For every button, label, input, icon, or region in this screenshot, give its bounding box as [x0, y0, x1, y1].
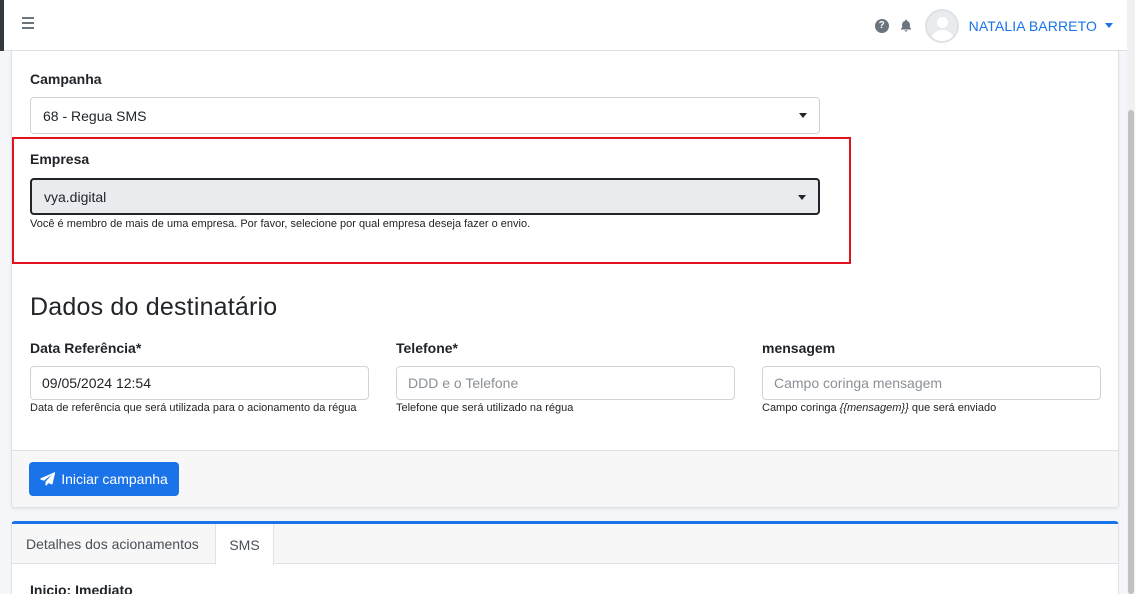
data-referencia-input[interactable]: 09/05/2024 12:54 [30, 366, 369, 400]
campaign-form-card: Campanha 68 - Regua SMS Empresa vya.digi… [11, 51, 1119, 508]
scrollbar-thumb[interactable] [1128, 110, 1134, 594]
empresa-select[interactable]: vya.digital [30, 178, 820, 215]
top-navbar: ? NATALIA BARRETO [4, 0, 1127, 51]
telefone-placeholder: DDD e o Telefone [408, 375, 519, 391]
chevron-down-icon [798, 195, 806, 200]
mensagem-help-suffix: que será enviado [908, 402, 997, 414]
telefone-input[interactable]: DDD e o Telefone [396, 366, 735, 400]
campanha-select[interactable]: 68 - Regua SMS [30, 97, 820, 134]
data-referencia-help: Data de referência que será utilizada pa… [30, 402, 357, 414]
campanha-value: 68 - Regua SMS [43, 107, 147, 124]
campanha-label: Campanha [30, 71, 102, 87]
tab-sms[interactable]: SMS [215, 524, 274, 565]
paper-plane-icon [40, 472, 56, 486]
mensagem-input[interactable]: Campo coringa mensagem [762, 366, 1101, 400]
tab-detalhes[interactable]: Detalhes dos acionamentos [26, 524, 199, 564]
mensagem-help-code: {{mensagem}} [839, 402, 909, 414]
bell-icon[interactable] [899, 19, 913, 33]
start-campaign-label: Iniciar campanha [61, 471, 168, 487]
chevron-down-icon [799, 113, 807, 118]
help-icon[interactable]: ? [874, 18, 889, 33]
telefone-label: Telefone* [396, 340, 458, 356]
menu-icon[interactable] [22, 17, 38, 33]
data-referencia-label: Data Referência* [30, 340, 142, 356]
details-card: Detalhes dos acionamentos SMS Inicio: Im… [11, 521, 1119, 594]
mensagem-help: Campo coringa {{mensagem}} que será envi… [762, 402, 996, 414]
section-title: Dados do destinatário [30, 293, 278, 321]
user-name-label: NATALIA BARRETO [968, 17, 1097, 34]
form-footer: Iniciar campanha [12, 450, 1118, 507]
page-scrollbar[interactable] [1127, 0, 1135, 594]
user-menu[interactable]: NATALIA BARRETO [969, 18, 1113, 34]
mensagem-placeholder: Campo coringa mensagem [774, 375, 943, 391]
telefone-help: Telefone que será utilizado na régua [396, 402, 574, 414]
start-campaign-button[interactable]: Iniciar campanha [29, 462, 179, 496]
mensagem-help-prefix: Campo coringa [762, 402, 840, 414]
details-tabs: Detalhes dos acionamentos SMS [12, 524, 1118, 565]
data-referencia-value: 09/05/2024 12:54 [42, 375, 151, 391]
empresa-help-text: Você é membro de mais de uma empresa. Po… [30, 218, 531, 230]
chevron-down-icon [1105, 23, 1113, 28]
mensagem-label: mensagem [762, 340, 836, 356]
avatar[interactable] [924, 8, 959, 43]
empresa-label: Empresa [30, 151, 90, 167]
inicio-text: Inicio: Imediato [30, 582, 133, 594]
empresa-value: vya.digital [44, 188, 107, 205]
